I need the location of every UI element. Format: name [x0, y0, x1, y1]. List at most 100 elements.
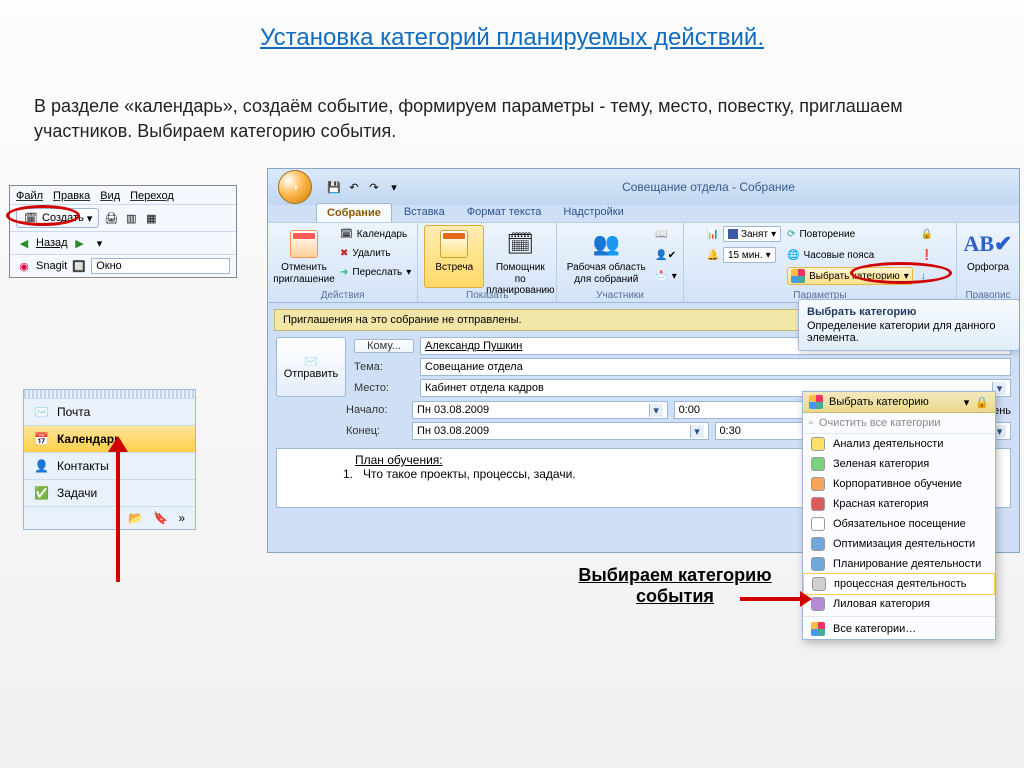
dropdown-icon[interactable]: ▾	[766, 250, 771, 261]
snagit-icon[interactable]: ◉	[16, 258, 32, 274]
send-button[interactable]: ✉️ Отправить	[276, 337, 346, 397]
shortcuts-icon[interactable]: 🔖	[153, 511, 168, 525]
ribbon-group-options: 📊 Занят ▾ 🔔 15 мин. ▾ ⟳Повторение 🌐Часов…	[684, 223, 957, 302]
menu-file[interactable]: Файл	[16, 190, 43, 202]
reminder-combo[interactable]: 🔔 15 мин. ▾	[706, 246, 781, 264]
delete-button[interactable]: ✖Удалить	[340, 244, 411, 262]
snagit-label[interactable]: Snagit	[36, 260, 67, 272]
subject-field[interactable]: Совещание отдела	[420, 358, 1011, 376]
dropdown-icon[interactable]: ▾	[87, 212, 93, 225]
category-item[interactable]: Оптимизация деятельности	[803, 534, 995, 554]
cancel-invite-button[interactable]: Отменить приглашение	[274, 225, 334, 288]
category-item[interactable]: Анализ деятельности	[803, 434, 995, 454]
btn-label: Отправить	[284, 368, 339, 380]
outlook-menu-panel: Файл Правка Вид Переход 🗓 Создать ▾ 🖨 ▥ …	[9, 185, 237, 278]
addressbook-button[interactable]: 📖	[655, 225, 676, 243]
appointment-button[interactable]: Встреча	[424, 225, 484, 288]
category-dropdown: Выбрать категорию ▾ 🔒 ▫ Очистить все кат…	[802, 391, 996, 640]
forward-arrow-icon[interactable]: ▶	[72, 235, 88, 251]
forward-button[interactable]: ➜Переслать ▾	[340, 263, 411, 281]
people-icon: 👥	[590, 228, 622, 260]
tab-insert[interactable]: Вставка	[394, 203, 455, 222]
dropdown-icon[interactable]: ▾	[771, 229, 776, 240]
separator	[803, 616, 995, 617]
nav-item-tasks[interactable]: ✅ Задачи	[24, 479, 195, 506]
category-item[interactable]: процессная деятельность	[803, 573, 995, 595]
calendar-icon: 🗓	[340, 229, 353, 240]
check-icon: 👤✔	[655, 250, 676, 261]
create-button[interactable]: 🗓 Создать ▾	[16, 208, 99, 228]
end-date-field[interactable]: Пн 03.08.2009▾	[412, 422, 709, 440]
calendar-button[interactable]: 🗓Календарь	[340, 225, 411, 243]
dropdown-icon[interactable]: ▾	[406, 267, 411, 278]
lock-icon: 🔒	[975, 396, 989, 409]
nav-item-contacts[interactable]: 👤 Контакты	[24, 452, 195, 479]
day-view-icon[interactable]: ▥	[123, 210, 139, 226]
redo-icon[interactable]: ↷	[366, 179, 382, 195]
spelling-button[interactable]: AB✔ Орфогра	[963, 225, 1013, 288]
responses-button[interactable]: 📩▾	[655, 267, 676, 285]
menu-bar[interactable]: Файл Правка Вид Переход	[10, 186, 236, 204]
check-names-button[interactable]: 👤✔	[655, 246, 676, 264]
to-button[interactable]: Кому...	[354, 339, 414, 353]
grip-handle[interactable]	[24, 390, 195, 398]
office-button[interactable]: ◑	[278, 170, 312, 204]
notes-icon[interactable]: 📂	[128, 511, 143, 525]
busy-icon: 📊	[706, 229, 718, 240]
all-categories-label: Все категории…	[833, 623, 916, 635]
dropdown-icon[interactable]: ▾	[649, 404, 663, 417]
dropdown-icon[interactable]: ▾	[672, 271, 677, 282]
book-icon: 📖	[655, 229, 667, 240]
week-view-icon[interactable]: ▦	[143, 210, 159, 226]
more-icon[interactable]: »	[178, 511, 185, 525]
category-item[interactable]: Обязательное посещение	[803, 514, 995, 534]
globe-icon: 🌐	[787, 250, 799, 261]
qat-more-icon[interactable]: ▾	[386, 179, 402, 195]
category-item[interactable]: Корпоративное обучение	[803, 474, 995, 494]
tab-addins[interactable]: Надстройки	[553, 203, 633, 222]
dropdown-icon[interactable]: ▾	[690, 425, 704, 438]
category-item[interactable]: Лиловая категория	[803, 594, 995, 614]
category-item[interactable]: Красная категория	[803, 494, 995, 514]
dropdown-icon[interactable]: ▾	[92, 235, 108, 251]
list-number: 1.	[343, 467, 353, 481]
dropdown-header[interactable]: Выбрать категорию ▾ 🔒	[803, 392, 995, 413]
start-date-field[interactable]: Пн 03.08.2009▾	[412, 401, 668, 419]
timezones-button[interactable]: 🌐Часовые пояса	[787, 246, 913, 264]
recurrence-button[interactable]: ⟳Повторение	[787, 225, 913, 243]
private-button[interactable]: 🔒	[921, 225, 933, 243]
window-icon: 🔲	[71, 258, 87, 274]
workspace-button[interactable]: 👥 Рабочая область для собраний	[563, 225, 649, 288]
undo-icon[interactable]: ↶	[346, 179, 362, 195]
dropdown-icon[interactable]: ▾	[904, 271, 909, 282]
select-category-button[interactable]: Выбрать категорию ▾	[787, 267, 913, 285]
category-item[interactable]: Планирование деятельности	[803, 554, 995, 574]
dropdown-icon[interactable]: ▾	[964, 396, 970, 409]
back-button[interactable]: Назад	[36, 237, 68, 249]
btn-label-line1: Отменить	[281, 262, 327, 274]
nav-item-mail[interactable]: ✉️ Почта	[24, 398, 195, 425]
save-icon[interactable]: 💾	[326, 179, 342, 195]
importance-low-button[interactable]: ↓	[921, 267, 933, 285]
subject-label: Тема:	[354, 361, 414, 373]
slide-description: В разделе «календарь», создаём событие, …	[34, 94, 990, 144]
menu-view[interactable]: Вид	[100, 190, 120, 202]
importance-high-button[interactable]: ❗	[921, 246, 933, 264]
snagit-target-input[interactable]: Окно	[91, 258, 230, 274]
clear-categories[interactable]: ▫ Очистить все категории	[803, 413, 995, 434]
tab-format[interactable]: Формат текста	[457, 203, 552, 222]
field-value: 0:00	[679, 404, 700, 416]
all-categories[interactable]: Все категории…	[803, 619, 995, 639]
group-label: Показать	[466, 289, 509, 301]
category-label: процессная деятельность	[834, 578, 966, 590]
mail-icon: ✉️	[34, 405, 49, 419]
show-as-combo[interactable]: 📊 Занят ▾	[706, 225, 781, 243]
menu-edit[interactable]: Правка	[53, 190, 90, 202]
print-icon[interactable]: 🖨	[103, 210, 119, 226]
tab-meeting[interactable]: Собрание	[316, 203, 392, 222]
category-item[interactable]: Зеленая категория	[803, 454, 995, 474]
category-label: Обязательное посещение	[833, 518, 966, 530]
menu-go[interactable]: Переход	[130, 190, 174, 202]
back-arrow-icon[interactable]: ◀	[16, 235, 32, 251]
slide-title: Установка категорий планируемых действий…	[0, 24, 1024, 52]
